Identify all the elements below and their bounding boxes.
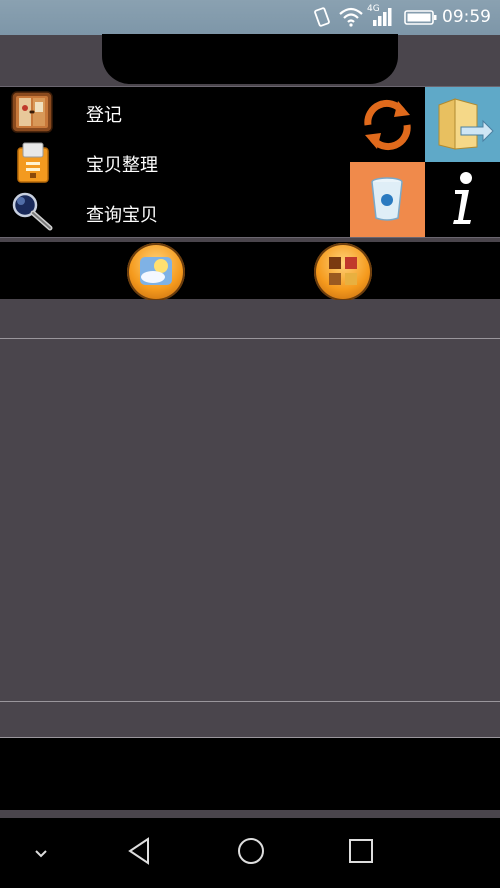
top-banner xyxy=(102,34,398,84)
footer-strip xyxy=(0,702,500,737)
wifi-icon xyxy=(339,7,363,27)
clothes-tab-button[interactable] xyxy=(314,243,372,301)
menu-item-register[interactable]: 登记 xyxy=(0,87,350,137)
recents-icon[interactable] xyxy=(347,836,375,866)
home-icon[interactable] xyxy=(236,836,266,866)
menu-item-label: 查询宝贝 xyxy=(86,205,158,226)
status-bar: 4G 09:59 xyxy=(0,0,500,35)
tab-bar xyxy=(0,242,500,301)
battery-icon xyxy=(404,10,437,25)
sync-tile[interactable] xyxy=(350,87,425,162)
sync-icon xyxy=(364,99,411,151)
wardrobe-icon xyxy=(11,91,53,133)
folder-tile[interactable] xyxy=(425,87,500,162)
menu-item-organize[interactable]: 宝贝整理 xyxy=(0,137,350,187)
bottom-panel xyxy=(0,738,500,810)
info-icon xyxy=(453,172,472,224)
back-icon[interactable] xyxy=(126,836,152,866)
status-time: 09:59 xyxy=(442,7,491,27)
menu-item-label: 登记 xyxy=(86,105,122,126)
folder-icon xyxy=(438,98,494,150)
weather-icon xyxy=(140,257,172,285)
clipboard-icon xyxy=(17,142,49,183)
trash-tile[interactable] xyxy=(350,162,425,237)
trash-icon xyxy=(371,177,403,221)
action-tiles xyxy=(350,87,500,237)
divider xyxy=(0,237,500,238)
content-area xyxy=(0,339,500,700)
info-tile[interactable] xyxy=(425,162,500,237)
main-menu: 登记 宝贝整理 查询宝贝 xyxy=(0,87,350,237)
menu-item-label: 宝贝整理 xyxy=(86,155,158,176)
vibrate-icon xyxy=(314,7,330,27)
signal-icon xyxy=(373,8,392,26)
chevron-down-icon[interactable] xyxy=(32,848,50,860)
magnifier-icon xyxy=(12,192,53,231)
header-strip xyxy=(0,300,500,338)
weather-tab-button[interactable] xyxy=(127,243,185,301)
menu-item-search[interactable]: 查询宝贝 xyxy=(0,187,350,237)
navigation-bar xyxy=(0,818,500,888)
clothes-icon xyxy=(329,257,357,285)
